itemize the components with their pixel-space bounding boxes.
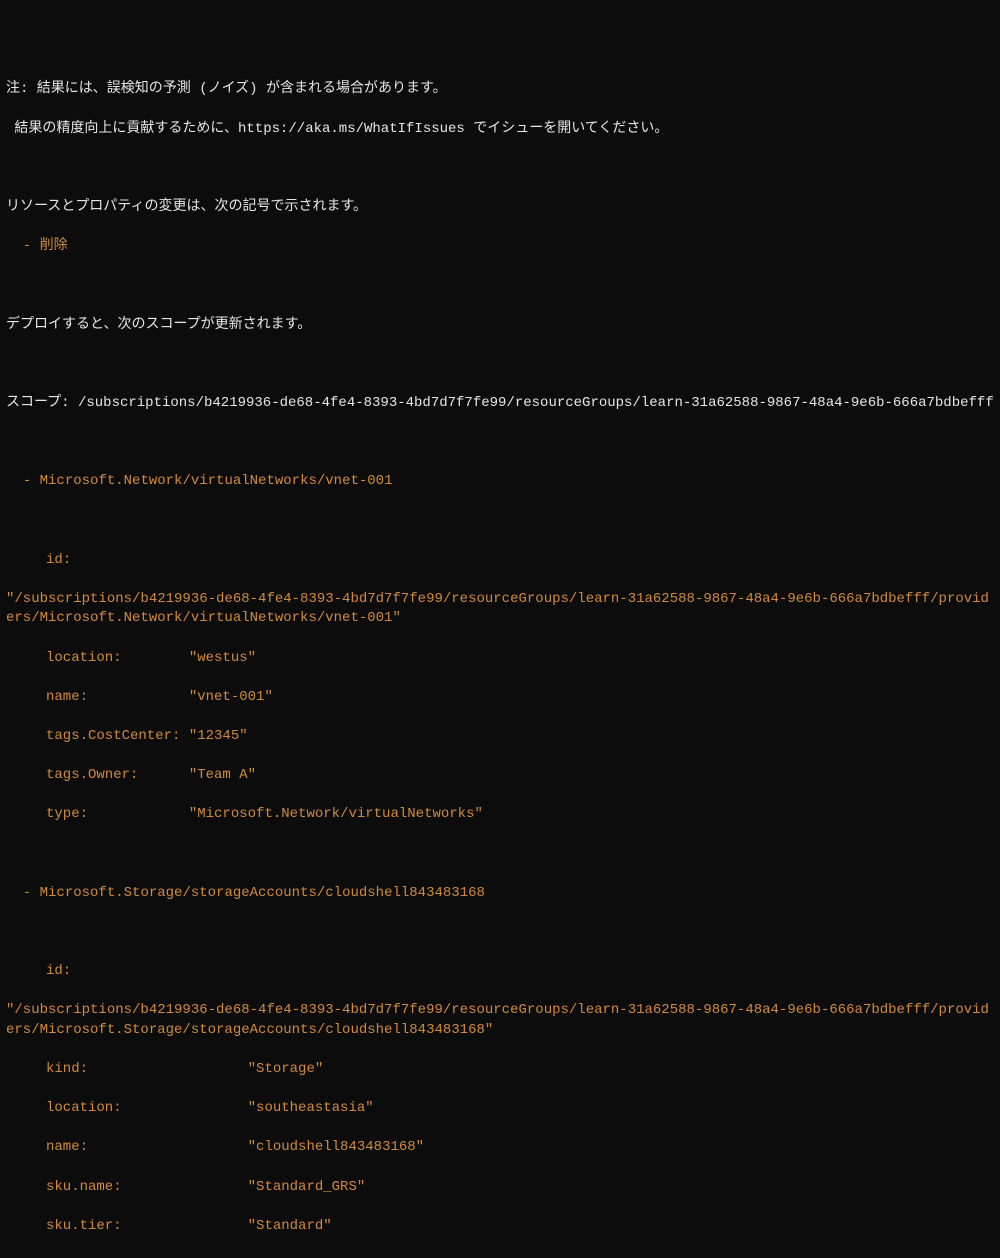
resource-heading-1: - Microsoft.Storage/storageAccounts/clou… <box>6 884 994 904</box>
resource-0-id-value: "/subscriptions/b4219936-de68-4fe4-8393-… <box>6 590 994 629</box>
resource-0-prop-1: name: "vnet-001" <box>46 688 994 708</box>
note-line-2: 結果の精度向上に貢献するために、https://aka.ms/WhatIfIss… <box>6 120 994 140</box>
resource-1-prop-1: location: "southeastasia" <box>46 1099 994 1119</box>
resource-1-prop-4: sku.tier: "Standard" <box>46 1217 994 1237</box>
resource-1-prop-0: kind: "Storage" <box>46 1060 994 1080</box>
resource-0-prop-4: type: "Microsoft.Network/virtualNetworks… <box>46 805 994 825</box>
whatif-url: https://aka.ms/WhatIfIssues <box>238 121 465 137</box>
resource-1-prop-3: sku.name: "Standard_GRS" <box>46 1178 994 1198</box>
resource-heading-0: - Microsoft.Network/virtualNetworks/vnet… <box>6 472 994 492</box>
resource-0-prop-3: tags.Owner: "Team A" <box>46 766 994 786</box>
deploy-intro: デプロイすると、次のスコープが更新されます。 <box>6 316 994 336</box>
changes-intro: リソースとプロパティの変更は、次の記号で示されます。 <box>6 198 994 218</box>
resource-1-id-key: id: <box>46 962 994 982</box>
scope-line: スコープ: /subscriptions/b4219936-de68-4fe4-… <box>6 394 994 414</box>
resource-0-prop-0: location: "westus" <box>46 649 994 669</box>
resource-1-prop-2: name: "cloudshell843483168" <box>46 1138 994 1158</box>
resource-0-id-key: id: <box>46 551 994 571</box>
note-line-1: 注: 結果には、誤検知の予測 (ノイズ) が含まれる場合があります。 <box>6 80 994 100</box>
resource-1-id-value: "/subscriptions/b4219936-de68-4fe4-8393-… <box>6 1001 994 1040</box>
delete-symbol: - 削除 <box>6 237 994 257</box>
resource-0-prop-2: tags.CostCenter: "12345" <box>46 727 994 747</box>
resource-1-prop-5: tags.ms-resource-usage: "azure-cloud-she… <box>46 1256 994 1258</box>
